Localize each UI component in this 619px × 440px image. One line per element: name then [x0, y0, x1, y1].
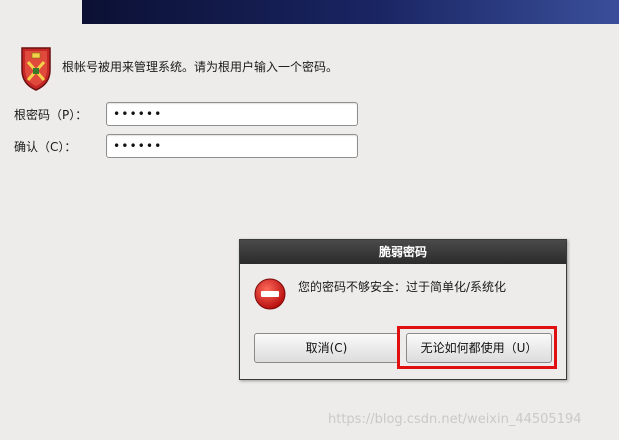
confirm-password-input[interactable] [106, 134, 358, 158]
dialog-message: 您的密码不够安全：过于简单化/系统化 [298, 280, 507, 294]
shield-icon [21, 47, 51, 91]
cancel-button[interactable]: 取消(C) [254, 333, 399, 363]
use-anyway-button[interactable]: 无论如何都使用（U） [406, 333, 552, 363]
weak-password-dialog: 脆弱密码 您的密码不够安全：过于简单化/系统化 取消(C) 无论如何都使用（U） [239, 239, 567, 380]
root-password-label: 根密码（P）： [14, 108, 88, 122]
dialog-title: 脆弱密码 [240, 240, 566, 264]
root-password-input[interactable] [106, 102, 358, 126]
watermark: https://blog.csdn.net/weixin_44505194 [328, 412, 582, 427]
intro-message: 根帐号被用来管理系统。请为根用户输入一个密码。 [62, 60, 339, 74]
confirm-password-label: 确认（C）： [14, 140, 77, 154]
top-banner [82, 0, 619, 24]
error-icon [254, 278, 286, 310]
